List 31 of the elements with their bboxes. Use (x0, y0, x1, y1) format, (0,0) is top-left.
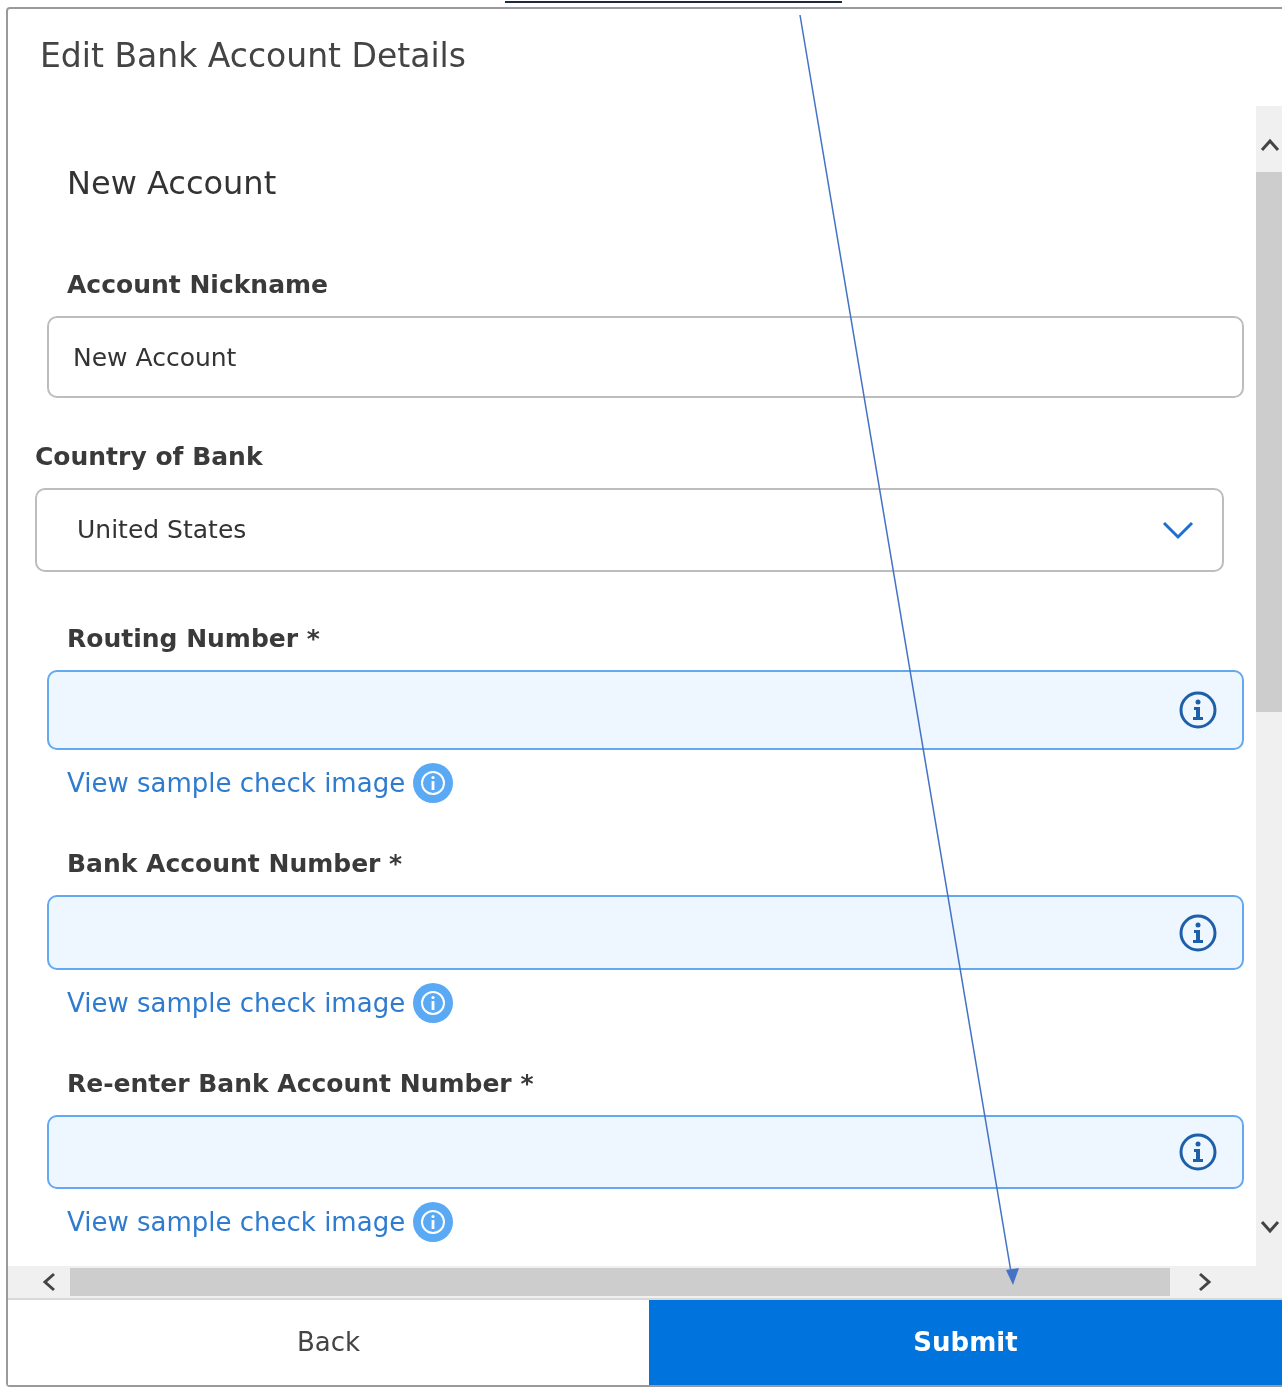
horizontal-scrollbar[interactable] (8, 1266, 1282, 1298)
field-label: Routing Number * (67, 623, 320, 656)
scrollbar-thumb[interactable] (70, 1268, 1170, 1296)
scroll-left-icon[interactable] (42, 1272, 56, 1292)
scroll-down-icon[interactable] (1260, 1220, 1280, 1234)
info-icon[interactable] (413, 1202, 454, 1242)
info-icon[interactable] (1178, 912, 1218, 953)
sample-check-link[interactable]: View sample check image (67, 1202, 406, 1242)
section-heading: New Account (67, 164, 277, 202)
dialog-title: Edit Bank Account Details (40, 36, 466, 75)
input-field[interactable] (47, 1115, 1244, 1189)
input-field[interactable] (47, 670, 1244, 750)
info-icon[interactable] (1178, 690, 1218, 730)
sample-check-link[interactable]: View sample check image (67, 763, 406, 803)
field-label: Bank Account Number * (67, 848, 403, 881)
sample-check-link[interactable]: View sample check image (67, 983, 406, 1023)
info-icon[interactable] (413, 763, 454, 803)
input-field[interactable]: New Account (47, 316, 1244, 398)
field-label: Country of Bank (35, 441, 263, 474)
scroll-up-icon[interactable] (1260, 138, 1280, 152)
submit-button[interactable]: Submit (649, 1300, 1282, 1385)
scrollbar-thumb[interactable] (1256, 172, 1282, 712)
vertical-scrollbar[interactable] (1256, 106, 1282, 1266)
field-label: Account Nickname (67, 269, 329, 302)
chevron-down-icon[interactable] (1162, 520, 1194, 540)
scroll-right-icon[interactable] (1198, 1272, 1212, 1292)
dropdown[interactable]: United States (35, 488, 1224, 572)
field-label: Re-enter Bank Account Number * (67, 1068, 534, 1101)
input-field[interactable] (47, 895, 1244, 970)
info-icon[interactable] (413, 983, 454, 1023)
info-icon[interactable] (1178, 1132, 1218, 1172)
